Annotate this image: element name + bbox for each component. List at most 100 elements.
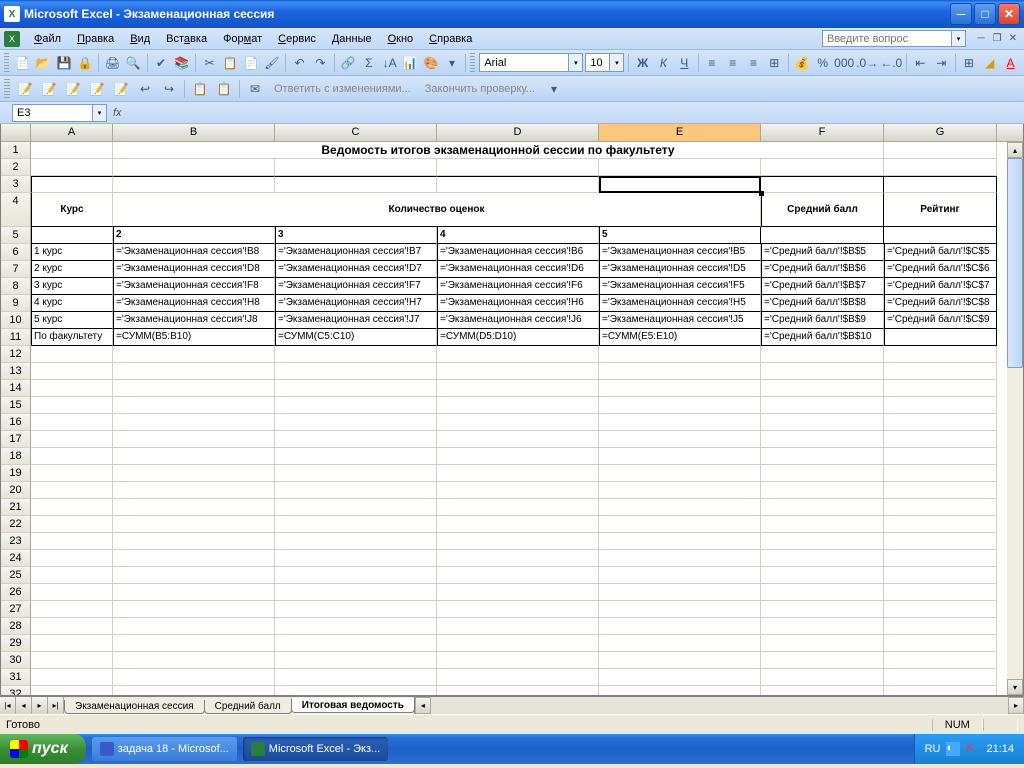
scroll-thumb-v[interactable]	[1007, 158, 1023, 368]
cell-r11-c[interactable]: =СУММ(C5:C10)	[275, 329, 437, 346]
review-btn6[interactable]: ↩	[134, 78, 156, 100]
empty-cell[interactable]	[599, 533, 761, 550]
cell-r7-e[interactable]: ='Экзаменационная сессия'!D5	[599, 261, 761, 278]
cell-r11-f[interactable]: ='Средний балл'!$B$10	[761, 329, 884, 346]
cell-r11-a[interactable]: По факультету	[31, 329, 113, 346]
inc-decimal-button[interactable]: .0→	[856, 52, 878, 74]
menu-insert[interactable]: Вставка	[158, 31, 215, 47]
cell-r10-b[interactable]: ='Экзаменационная сессия'!J8	[113, 312, 275, 329]
horizontal-scrollbar[interactable]: ◂ ▸	[414, 697, 1024, 714]
doc-icon[interactable]: X	[4, 31, 20, 47]
empty-cell[interactable]	[437, 652, 599, 669]
empty-cell[interactable]	[884, 686, 997, 695]
empty-cell[interactable]	[31, 516, 113, 533]
empty-cell[interactable]	[113, 448, 275, 465]
empty-cell[interactable]	[437, 635, 599, 652]
scroll-up-button[interactable]: ▴	[1007, 142, 1023, 158]
row-header-28[interactable]: 28	[1, 618, 31, 635]
empty-cell[interactable]	[437, 431, 599, 448]
cell-r6-c[interactable]: ='Экзаменационная сессия'!B7	[275, 244, 437, 261]
row-header-30[interactable]: 30	[1, 652, 31, 669]
empty-cell[interactable]	[437, 363, 599, 380]
empty-cell[interactable]	[599, 635, 761, 652]
subheader-3[interactable]: 3	[275, 227, 437, 244]
empty-cell[interactable]	[113, 533, 275, 550]
empty-cell[interactable]	[275, 584, 437, 601]
clock[interactable]: 21:14	[986, 743, 1014, 755]
cell-r7-f[interactable]: ='Средний балл'!$B$6	[761, 261, 884, 278]
col-header-g[interactable]: G	[884, 124, 997, 141]
empty-cell[interactable]	[275, 618, 437, 635]
row-header-21[interactable]: 21	[1, 499, 31, 516]
font-color-button[interactable]: A	[1001, 52, 1020, 74]
cell-r8-e[interactable]: ='Экзаменационная сессия'!F5	[599, 278, 761, 295]
scroll-down-button[interactable]: ▾	[1007, 679, 1023, 695]
row-header-7[interactable]: 7	[1, 261, 31, 278]
review-handle[interactable]	[4, 79, 10, 99]
cell-r6-e[interactable]: ='Экзаменационная сессия'!B5	[599, 244, 761, 261]
sheet-tab-2[interactable]: Итоговая ведомость	[291, 698, 415, 713]
cut-button[interactable]: ✂	[200, 52, 219, 74]
row-header-24[interactable]: 24	[1, 550, 31, 567]
empty-cell[interactable]	[437, 380, 599, 397]
empty-cell[interactable]	[31, 533, 113, 550]
empty-cell[interactable]	[275, 414, 437, 431]
empty-cell[interactable]	[761, 584, 884, 601]
row-header-4[interactable]: 4	[1, 193, 31, 227]
empty-cell[interactable]	[113, 380, 275, 397]
empty-cell[interactable]	[31, 431, 113, 448]
reply-changes-button[interactable]: Ответить с изменениями...	[268, 79, 417, 99]
empty-cell[interactable]	[599, 601, 761, 618]
subheader-5[interactable]: 5	[599, 227, 761, 244]
empty-cell[interactable]	[884, 414, 997, 431]
minimize-button[interactable]: ─	[950, 3, 972, 25]
title-cell[interactable]: Ведомость итогов экзаменационной сессии …	[113, 142, 884, 159]
row-header-6[interactable]: 6	[1, 244, 31, 261]
sheet-tab-0[interactable]: Экзаменационная сессия	[64, 700, 205, 714]
col-header-b[interactable]: B	[113, 124, 275, 141]
format-painter-button[interactable]: 🖌	[262, 52, 281, 74]
tab-next-button[interactable]: ▸	[32, 697, 48, 714]
cell-r8-d[interactable]: ='Экзаменационная сессия'!F6	[437, 278, 599, 295]
empty-cell[interactable]	[275, 431, 437, 448]
empty-cell[interactable]	[31, 669, 113, 686]
doc-restore-button[interactable]: ❐	[990, 32, 1004, 46]
empty-cell[interactable]	[113, 618, 275, 635]
empty-cell[interactable]	[113, 414, 275, 431]
menu-edit[interactable]: Правка	[69, 31, 122, 47]
cell-r9-g[interactable]: ='Средний балл'!$C$8	[884, 295, 997, 312]
cell-r6-d[interactable]: ='Экзаменационная сессия'!B6	[437, 244, 599, 261]
cell-r11-g[interactable]	[884, 329, 997, 346]
format-toolbar-handle[interactable]	[470, 53, 475, 73]
empty-cell[interactable]	[884, 499, 997, 516]
cells-area[interactable]: Ведомость итогов экзаменационной сессии …	[31, 142, 1023, 695]
tab-prev-button[interactable]: ◂	[16, 697, 32, 714]
close-button[interactable]: ✕	[998, 3, 1020, 25]
drawing-button[interactable]: 🎨	[422, 52, 441, 74]
name-box[interactable]: E3▾	[12, 104, 107, 122]
col-header-d[interactable]: D	[437, 124, 599, 141]
empty-cell[interactable]	[761, 550, 884, 567]
empty-cell[interactable]	[761, 482, 884, 499]
row-header-8[interactable]: 8	[1, 278, 31, 295]
select-all-corner[interactable]	[1, 124, 31, 141]
empty-cell[interactable]	[31, 550, 113, 567]
empty-cell[interactable]	[437, 516, 599, 533]
empty-cell[interactable]	[761, 686, 884, 695]
empty-cell[interactable]	[437, 465, 599, 482]
spell-button[interactable]: ✔	[152, 52, 171, 74]
empty-cell[interactable]	[31, 465, 113, 482]
empty-cell[interactable]	[599, 346, 761, 363]
print-button[interactable]: 🖨	[103, 52, 122, 74]
empty-cell[interactable]	[31, 584, 113, 601]
empty-cell[interactable]	[884, 618, 997, 635]
cell-r7-g[interactable]: ='Средний балл'!$C$6	[884, 261, 997, 278]
cell-r7-d[interactable]: ='Экзаменационная сессия'!D6	[437, 261, 599, 278]
cell-r9-b[interactable]: ='Экзаменационная сессия'!H8	[113, 295, 275, 312]
empty-cell[interactable]	[761, 431, 884, 448]
empty-cell[interactable]	[275, 516, 437, 533]
row-header-13[interactable]: 13	[1, 363, 31, 380]
scroll-right-button[interactable]: ▸	[1008, 697, 1024, 714]
merge-button[interactable]: ⊞	[765, 52, 784, 74]
empty-cell[interactable]	[761, 448, 884, 465]
